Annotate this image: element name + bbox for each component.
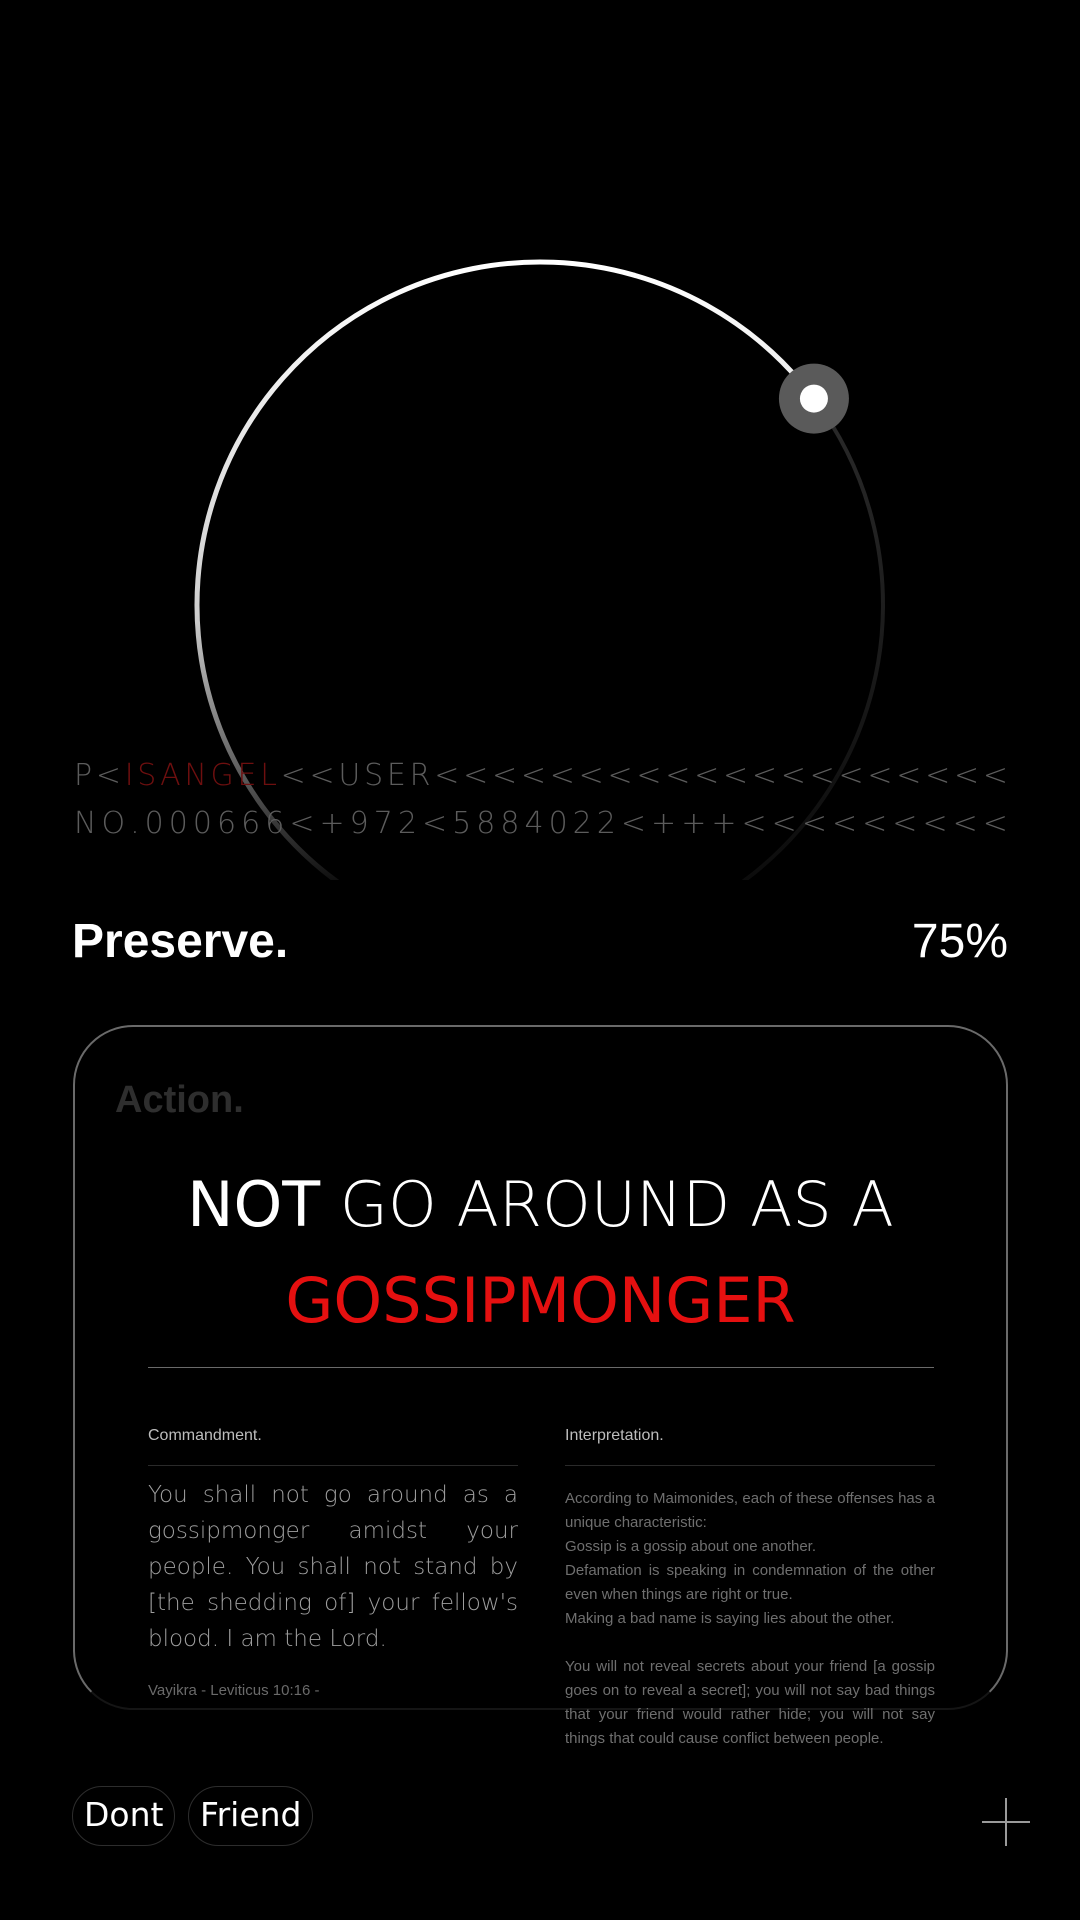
mrz-char: < xyxy=(982,758,1008,793)
mrz-char: < xyxy=(491,758,518,793)
dial-knob[interactable] xyxy=(799,384,828,413)
mrz-char: . xyxy=(130,806,140,841)
mrz-char: < xyxy=(722,758,749,793)
card-section-label: Action. xyxy=(115,1079,244,1121)
interpretation-text: According to Maimonides, each of these o… xyxy=(565,1487,935,1751)
mrz-char: 4 xyxy=(524,806,544,841)
mrz-char: < xyxy=(289,806,315,841)
mrz-char: 8 xyxy=(476,806,496,841)
mrz-char: < xyxy=(982,806,1008,841)
interpretation-title: Interpretation. xyxy=(565,1427,664,1444)
mrz-char: < xyxy=(892,806,918,841)
headline-text: GO AROUND AS A xyxy=(339,1168,894,1241)
headline-negation: NOT xyxy=(187,1168,321,1241)
add-button[interactable] xyxy=(982,1798,1030,1846)
mrz-char: U xyxy=(338,758,361,793)
mrz-char: < xyxy=(665,758,691,793)
tag-chip-dont[interactable]: Dont xyxy=(72,1786,176,1846)
interpretation-paragraph: You will not reveal secrets about your f… xyxy=(565,1658,935,1747)
mrz-char: < xyxy=(896,758,922,793)
mrz-char: < xyxy=(780,758,806,793)
card-divider xyxy=(148,1367,934,1368)
interpretation-paragraph: According to Maimonides, each of these o… xyxy=(565,1490,935,1531)
mrz-char: 6 xyxy=(217,806,237,841)
mrz-char: < xyxy=(809,758,835,793)
mrz-char: < xyxy=(952,806,978,841)
mrz-char: < xyxy=(578,758,604,793)
headline-keyword: GOSSIPMONGER xyxy=(285,1264,796,1337)
interpretation-rule xyxy=(565,1465,935,1466)
mrz-line-2: N O. 0 0 0 6 6 6 < +9 7 2 <5 8 8 4 0 2 2 < + + + < < < < < < < < < xyxy=(74,806,1008,841)
interpretation-spacer xyxy=(565,1631,935,1655)
mrz-char: S xyxy=(364,758,384,793)
commandment-headline: NOT GO AROUND AS A GOSSIPMONGER xyxy=(75,1157,1006,1349)
mrz-char: < xyxy=(694,758,720,793)
mrz-char: N xyxy=(184,758,207,793)
mrz-char: I xyxy=(124,758,134,793)
mrz-char: 0 xyxy=(548,806,568,841)
mrz-char: G xyxy=(210,758,234,793)
commandment-text: You shall not go around as a gossipmonge… xyxy=(148,1482,518,1652)
mrz-char: < xyxy=(801,806,827,841)
mrz-char: < xyxy=(620,806,647,841)
mrz-char: O xyxy=(101,806,126,841)
mrz-char: 0 xyxy=(168,806,188,841)
status-percentage: 75% xyxy=(911,915,1008,968)
mrz-char: 0 xyxy=(144,806,164,841)
mrz-char: 8 xyxy=(500,806,520,841)
mrz-char: 5 xyxy=(452,806,472,841)
interpretation-paragraph: Making a bad name is saying lies about t… xyxy=(565,1610,895,1627)
mrz-char: + xyxy=(319,806,345,841)
mrz-char: 2 xyxy=(397,806,417,841)
mrz-char: < xyxy=(463,758,489,793)
interpretation-paragraph: Defamation is speaking in condemnation o… xyxy=(565,1562,935,1603)
mrz-char: < xyxy=(831,806,858,841)
interpretation-paragraph: Gossip is a gossip about one another. xyxy=(565,1538,817,1555)
mrz-char: R xyxy=(409,758,431,793)
mrz-char: < xyxy=(838,758,864,793)
mrz-char: 6 xyxy=(265,806,285,841)
mrz-char: 9 xyxy=(349,806,369,841)
mrz-char: < xyxy=(751,758,777,793)
mrz-char: < xyxy=(280,758,306,793)
mrz-char: S xyxy=(137,758,157,793)
mrz-char: < xyxy=(867,758,893,793)
status-label: Preserve. xyxy=(72,915,289,968)
mrz-char: < xyxy=(922,806,948,841)
mrz-char: 6 xyxy=(241,806,261,841)
mrz-char: E xyxy=(237,758,257,793)
mrz-char: < xyxy=(434,758,460,793)
mrz-char: < xyxy=(520,758,546,793)
mrz-char: + xyxy=(681,806,707,841)
mrz-char: 2 xyxy=(572,806,592,841)
commandment-rule xyxy=(148,1465,518,1466)
mrz-char: N xyxy=(74,806,97,841)
mrz-char: < xyxy=(953,758,980,793)
mrz-char: < xyxy=(636,758,662,793)
progress-dial[interactable] xyxy=(0,0,1080,880)
mrz-char: < xyxy=(741,806,767,841)
mrz-char: < xyxy=(549,758,575,793)
mrz-char: 7 xyxy=(373,806,393,841)
mrz-char: < xyxy=(607,758,633,793)
mrz-char: 2 xyxy=(596,806,616,841)
mrz-char: P xyxy=(74,758,93,793)
tag-chip-friend[interactable]: Friend xyxy=(188,1786,314,1846)
commandment-card[interactable]: Action. NOT GO AROUND AS A GOSSIPMONGER … xyxy=(73,1025,1008,1747)
mrz-char: < xyxy=(95,758,121,793)
mrz-char: < xyxy=(862,806,888,841)
commandment-source: Vayikra - Leviticus 10:16 - xyxy=(148,1682,320,1699)
mrz-char: + xyxy=(651,806,677,841)
mrz-char: < xyxy=(421,806,448,841)
mrz-char: + xyxy=(711,806,737,841)
mrz-char: A xyxy=(160,758,181,793)
mrz-char: < xyxy=(309,758,335,793)
mrz-char: E xyxy=(386,758,406,793)
mrz-line-1: P < I S A N G E L < < U S E R < < < < < < < < < < < < < < < < < < < < xyxy=(74,758,1008,793)
mrz-char: 0 xyxy=(192,806,212,841)
mrz-char: < xyxy=(771,806,797,841)
mrz-char: < xyxy=(925,758,951,793)
mrz-char: L xyxy=(260,758,277,793)
commandment-title: Commandment. xyxy=(148,1427,262,1444)
